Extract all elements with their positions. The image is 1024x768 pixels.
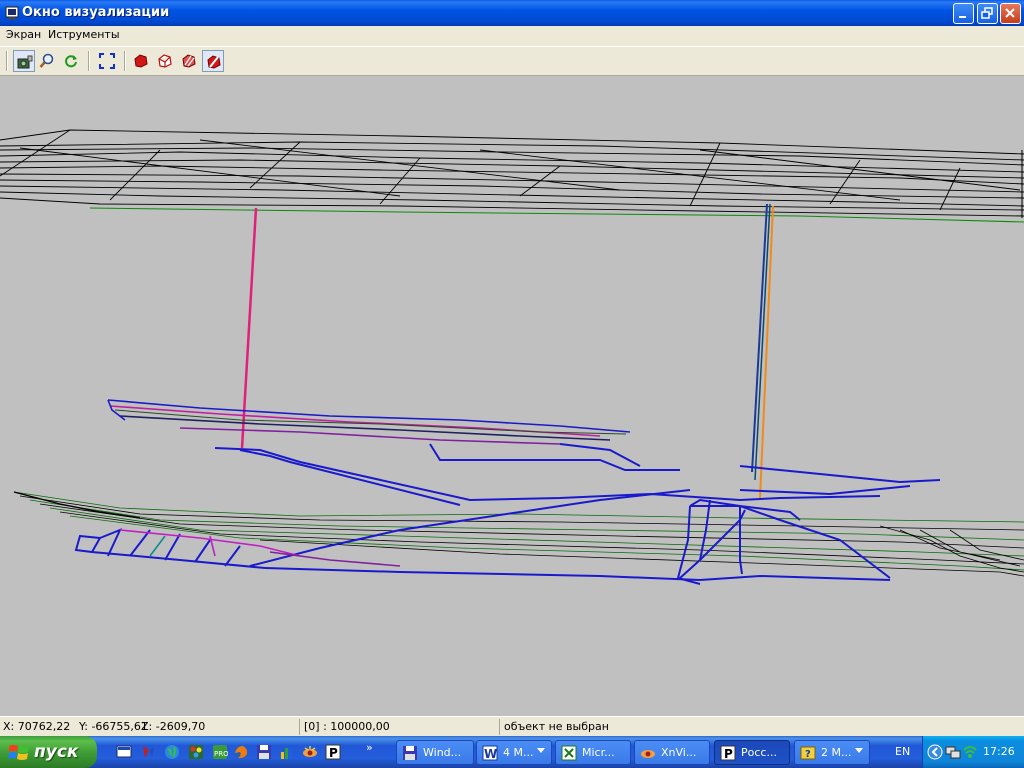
- firefox-icon[interactable]: [233, 744, 249, 760]
- start-label: пуск: [34, 742, 79, 762]
- restore-button[interactable]: [977, 3, 998, 24]
- svg-text:PRO: PRO: [214, 750, 228, 758]
- floppy-icon[interactable]: [256, 744, 272, 760]
- task-button-active[interactable]: P Росс...: [714, 740, 790, 765]
- p-app-icon[interactable]: P: [325, 744, 341, 760]
- section-shape-icon: [207, 55, 221, 69]
- task-label: Wind...: [423, 746, 462, 759]
- coord-y: Y: -66755,61: [79, 720, 148, 733]
- title-bar[interactable]: Окно визуализации: [0, 0, 1024, 26]
- refresh-icon: [65, 55, 77, 68]
- solid-shape-icon: [134, 54, 148, 68]
- menu-tools[interactable]: Иструменты: [48, 28, 120, 41]
- zoom-button[interactable]: [36, 50, 58, 72]
- task-button[interactable]: ? 2 M...: [794, 740, 870, 765]
- camera-button[interactable]: [13, 50, 35, 72]
- lower-level-workings: [74, 489, 891, 585]
- wireframe-shape-icon: [158, 54, 172, 68]
- fit-view-icon: [99, 53, 115, 69]
- hatched-shape-button[interactable]: [178, 50, 200, 72]
- task-label: 4 M...: [503, 746, 534, 759]
- status-bar: X: 70762,22 Y: -66755,61 Z: -2609,70 [0]…: [0, 716, 1024, 737]
- toolbar-separator: [88, 51, 90, 71]
- chevron-down-icon: [855, 748, 863, 753]
- toolbar-separator: [124, 51, 126, 71]
- svg-text:W: W: [484, 747, 497, 761]
- floppy-icon: [403, 746, 417, 760]
- wireless-icon[interactable]: [962, 744, 978, 760]
- surface-mesh: [0, 129, 1024, 217]
- quick-launch-overflow-icon[interactable]: »: [366, 741, 373, 754]
- camera-icon: [17, 55, 33, 69]
- hatched-shape-icon: [182, 54, 196, 68]
- menu-screen[interactable]: Экран: [6, 28, 41, 41]
- chevron-down-icon: [537, 748, 545, 753]
- excel-icon: [561, 745, 577, 761]
- xnview-icon: [641, 750, 655, 758]
- app-icon[interactable]: [140, 744, 156, 760]
- status-separator: [499, 719, 500, 735]
- task-button[interactable]: W 4 M...: [476, 740, 552, 765]
- svg-text:?: ?: [805, 749, 811, 760]
- visualization-viewport[interactable]: [0, 76, 1024, 716]
- app-icon[interactable]: [4, 5, 20, 21]
- globe-icon[interactable]: [164, 744, 180, 760]
- task-label: XnVi...: [661, 746, 697, 759]
- menu-bar: Экран Иструменты: [0, 26, 1024, 44]
- system-tray: 17:26: [922, 736, 1024, 768]
- wireframe-shape-button[interactable]: [154, 50, 176, 72]
- clock[interactable]: 17:26: [983, 745, 1015, 758]
- svg-text:P: P: [329, 746, 338, 760]
- task-button[interactable]: Micr...: [555, 740, 631, 765]
- section-shape-button[interactable]: [202, 50, 224, 72]
- network-icon[interactable]: [945, 744, 961, 760]
- language-indicator[interactable]: EN: [895, 745, 910, 758]
- mine-3d-scene: [0, 129, 1024, 585]
- task-button[interactable]: Wind...: [396, 740, 474, 765]
- task-label: 2 M...: [821, 746, 852, 759]
- chart-icon[interactable]: [279, 744, 295, 760]
- word-icon: W: [482, 745, 498, 761]
- task-button[interactable]: XnVi...: [634, 740, 710, 765]
- tray-expand-icon[interactable]: [927, 744, 943, 760]
- scale-readout: [0] : 100000,00: [304, 720, 390, 733]
- shaft-right-blue: [751, 203, 768, 473]
- p-app-icon: P: [720, 745, 736, 761]
- xnview-icon[interactable]: [302, 744, 318, 760]
- toolbar-separator: [6, 51, 8, 71]
- start-button[interactable]: пуск: [0, 736, 97, 768]
- task-label: Micr...: [582, 746, 615, 759]
- connecting-drifts: [214, 443, 941, 521]
- upper-level-workings: [107, 399, 631, 445]
- pro-app-icon[interactable]: PRO: [212, 744, 228, 760]
- solid-shape-button[interactable]: [130, 50, 152, 72]
- minimize-button[interactable]: [953, 3, 974, 24]
- window-title: Окно визуализации: [22, 5, 170, 20]
- taskbar: пуск PRO P » Wind... W 4 M... Micr... Xn…: [0, 736, 1024, 768]
- coord-x: X: 70762,22: [3, 720, 71, 733]
- zoom-icon: [39, 53, 54, 68]
- close-button[interactable]: [1000, 3, 1021, 24]
- desktop-icon[interactable]: [116, 744, 132, 760]
- fit-view-button[interactable]: [96, 50, 118, 72]
- toolbar: [0, 46, 1024, 76]
- status-separator: [299, 719, 300, 735]
- svg-text:P: P: [724, 747, 733, 761]
- task-label: Росс...: [741, 746, 777, 759]
- paint-icon[interactable]: [188, 744, 204, 760]
- refresh-button[interactable]: [60, 50, 82, 72]
- help-icon: ?: [800, 746, 816, 760]
- windows-logo-icon: [8, 745, 29, 760]
- selection-status: объект не выбран: [504, 720, 609, 733]
- coord-z: Z: -2609,70: [141, 720, 206, 733]
